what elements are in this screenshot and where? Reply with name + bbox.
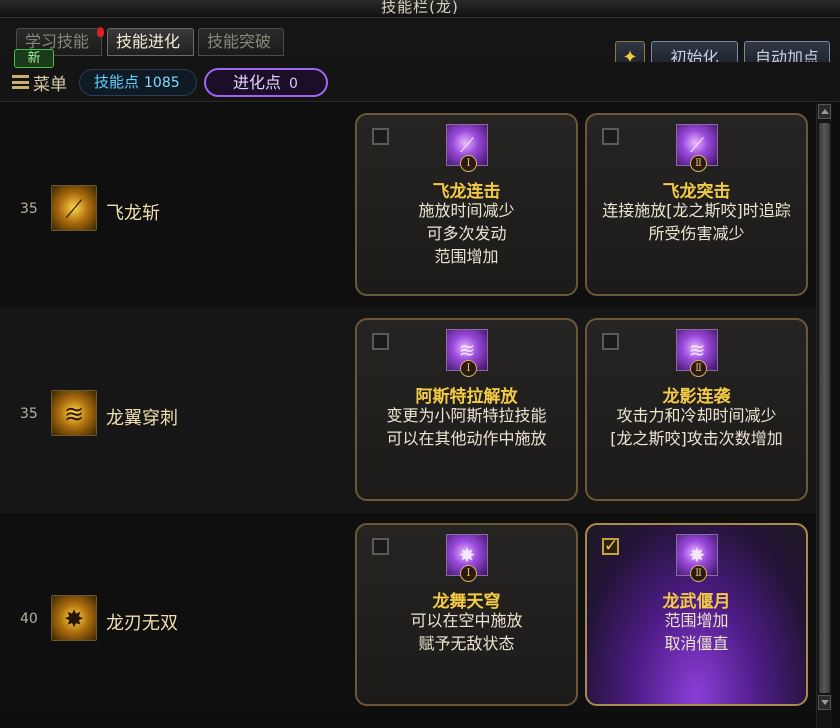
evolve-description: 变更为小阿斯特拉技能 可以在其他动作中施放 [357, 404, 576, 450]
alert-icon [97, 27, 104, 37]
evolve-checkbox-checked[interactable] [602, 536, 619, 556]
evolve-card[interactable]: ≋ Ⅱ 龙影连袭 攻击力和冷却时间减少 [龙之斯咬]攻击次数增加 [585, 318, 808, 501]
desc-line: 取消僵直 [664, 634, 729, 653]
desc-line: 变更为小阿斯特拉技能 [386, 406, 547, 425]
evolve-points-label: 进化点 [233, 73, 282, 92]
menu-button[interactable]: 菜单 [33, 70, 67, 95]
tier-badge: Ⅱ [690, 360, 707, 377]
evolve-card[interactable]: ≋ Ⅰ 阿斯特拉解放 变更为小阿斯特拉技能 可以在其他动作中施放 [355, 318, 578, 501]
dragon-blade-icon[interactable]: ✸ [51, 595, 97, 641]
tier-badge: Ⅱ [690, 155, 707, 172]
skill-name: 飞龙斩 [106, 203, 160, 224]
skill-points-display: 技能点 1085 [79, 69, 197, 96]
scroll-thumb[interactable] [819, 123, 830, 693]
dragon-wing-pierce-icon[interactable]: ≋ [51, 390, 97, 436]
evolve-checkbox[interactable] [372, 128, 389, 145]
evolve-checkbox[interactable] [602, 128, 619, 145]
tier-badge: Ⅱ [690, 565, 707, 582]
new-badge: 新 [14, 49, 54, 68]
evolve-list: 35 ⟋ 飞龙斩 ⟋ Ⅰ 飞龙连击 施放时间减少 可多次发动 范围增加 ⟋ Ⅱ … [0, 103, 816, 728]
evolve-card[interactable]: ⟋ Ⅱ 飞龙突击 连接施放[龙之斯咬]时追踪 所受伤害减少 [585, 113, 808, 296]
scrollbar[interactable] [816, 103, 832, 728]
tier-badge: Ⅰ [460, 565, 477, 582]
tab-skill-evolve[interactable]: 技能进化 [107, 28, 194, 56]
desc-line: 范围增加 [434, 247, 499, 266]
evolve-checkbox[interactable] [372, 538, 389, 555]
evolve-card[interactable]: ✸ Ⅰ 龙舞天穹 可以在空中施放 赋予无敌状态 [355, 523, 578, 706]
evolve-description: 可以在空中施放 赋予无敌状态 [357, 609, 576, 655]
desc-line: 连接施放[龙之斯咬]时追踪 [602, 201, 791, 220]
desc-line: [龙之斯咬]攻击次数增加 [610, 429, 783, 448]
evolve-checkbox[interactable] [372, 333, 389, 350]
skill-row: 35 ⟋ 飞龙斩 ⟋ Ⅰ 飞龙连击 施放时间减少 可多次发动 范围增加 ⟋ Ⅱ … [0, 103, 816, 308]
evolve-card-selected[interactable]: ✸ Ⅱ 龙武偃月 范围增加 取消僵直 [585, 523, 808, 706]
evolve-checkbox[interactable] [602, 333, 619, 350]
evolve-card[interactable]: ⟋ Ⅰ 飞龙连击 施放时间减少 可多次发动 范围增加 [355, 113, 578, 296]
skill-level: 40 [20, 611, 38, 627]
window-title: 技能栏(龙) [381, 0, 459, 16]
evolve-description: 范围增加 取消僵直 [587, 609, 806, 655]
desc-line: 赋予无敌状态 [418, 634, 515, 653]
points-bar: 菜单 技能点 1085 进化点 0 [0, 62, 840, 102]
skill-name: 龙翼穿刺 [106, 408, 178, 429]
evolve-description: 施放时间减少 可多次发动 范围增加 [357, 199, 576, 268]
window-titlebar: 技能栏(龙) [0, 0, 840, 18]
evolve-points-display: 进化点 0 [204, 68, 328, 97]
dragon-claw-slash-icon[interactable]: ⟋ [51, 185, 97, 231]
desc-line: 施放时间减少 [418, 201, 515, 220]
desc-line: 可多次发动 [426, 224, 507, 243]
tier-badge: Ⅰ [460, 360, 477, 377]
evolve-description: 连接施放[龙之斯咬]时追踪 所受伤害减少 [587, 199, 806, 245]
scroll-down-icon[interactable] [818, 695, 831, 710]
menu-icon[interactable] [12, 75, 29, 89]
desc-line: 范围增加 [664, 611, 729, 630]
skill-points-value: 1085 [144, 75, 180, 91]
tab-skill-breakthrough[interactable]: 技能突破 [198, 28, 284, 56]
evolve-points-value: 0 [289, 76, 298, 92]
skill-row: 35 ≋ 龙翼穿刺 ≋ Ⅰ 阿斯特拉解放 变更为小阿斯特拉技能 可以在其他动作中… [0, 308, 816, 513]
skill-level: 35 [20, 406, 38, 422]
desc-line: 可以在空中施放 [410, 611, 523, 630]
skill-level: 35 [20, 201, 38, 217]
desc-line: 攻击力和冷却时间减少 [616, 406, 777, 425]
evolve-description: 攻击力和冷却时间减少 [龙之斯咬]攻击次数增加 [587, 404, 806, 450]
skill-row: 40 ✸ 龙刃无双 ✸ Ⅰ 龙舞天穹 可以在空中施放 赋予无敌状态 ✸ Ⅱ 龙武… [0, 513, 816, 718]
skill-name: 龙刃无双 [106, 613, 178, 634]
tier-badge: Ⅰ [460, 155, 477, 172]
desc-line: 所受伤害减少 [648, 224, 745, 243]
tab-bar: 学习技能 技能进化 技能突破 ✦ 初始化 自动加点 [0, 18, 840, 74]
desc-line: 可以在其他动作中施放 [386, 429, 547, 448]
skill-points-label: 技能点 [94, 73, 140, 91]
scroll-up-icon[interactable] [818, 104, 831, 119]
